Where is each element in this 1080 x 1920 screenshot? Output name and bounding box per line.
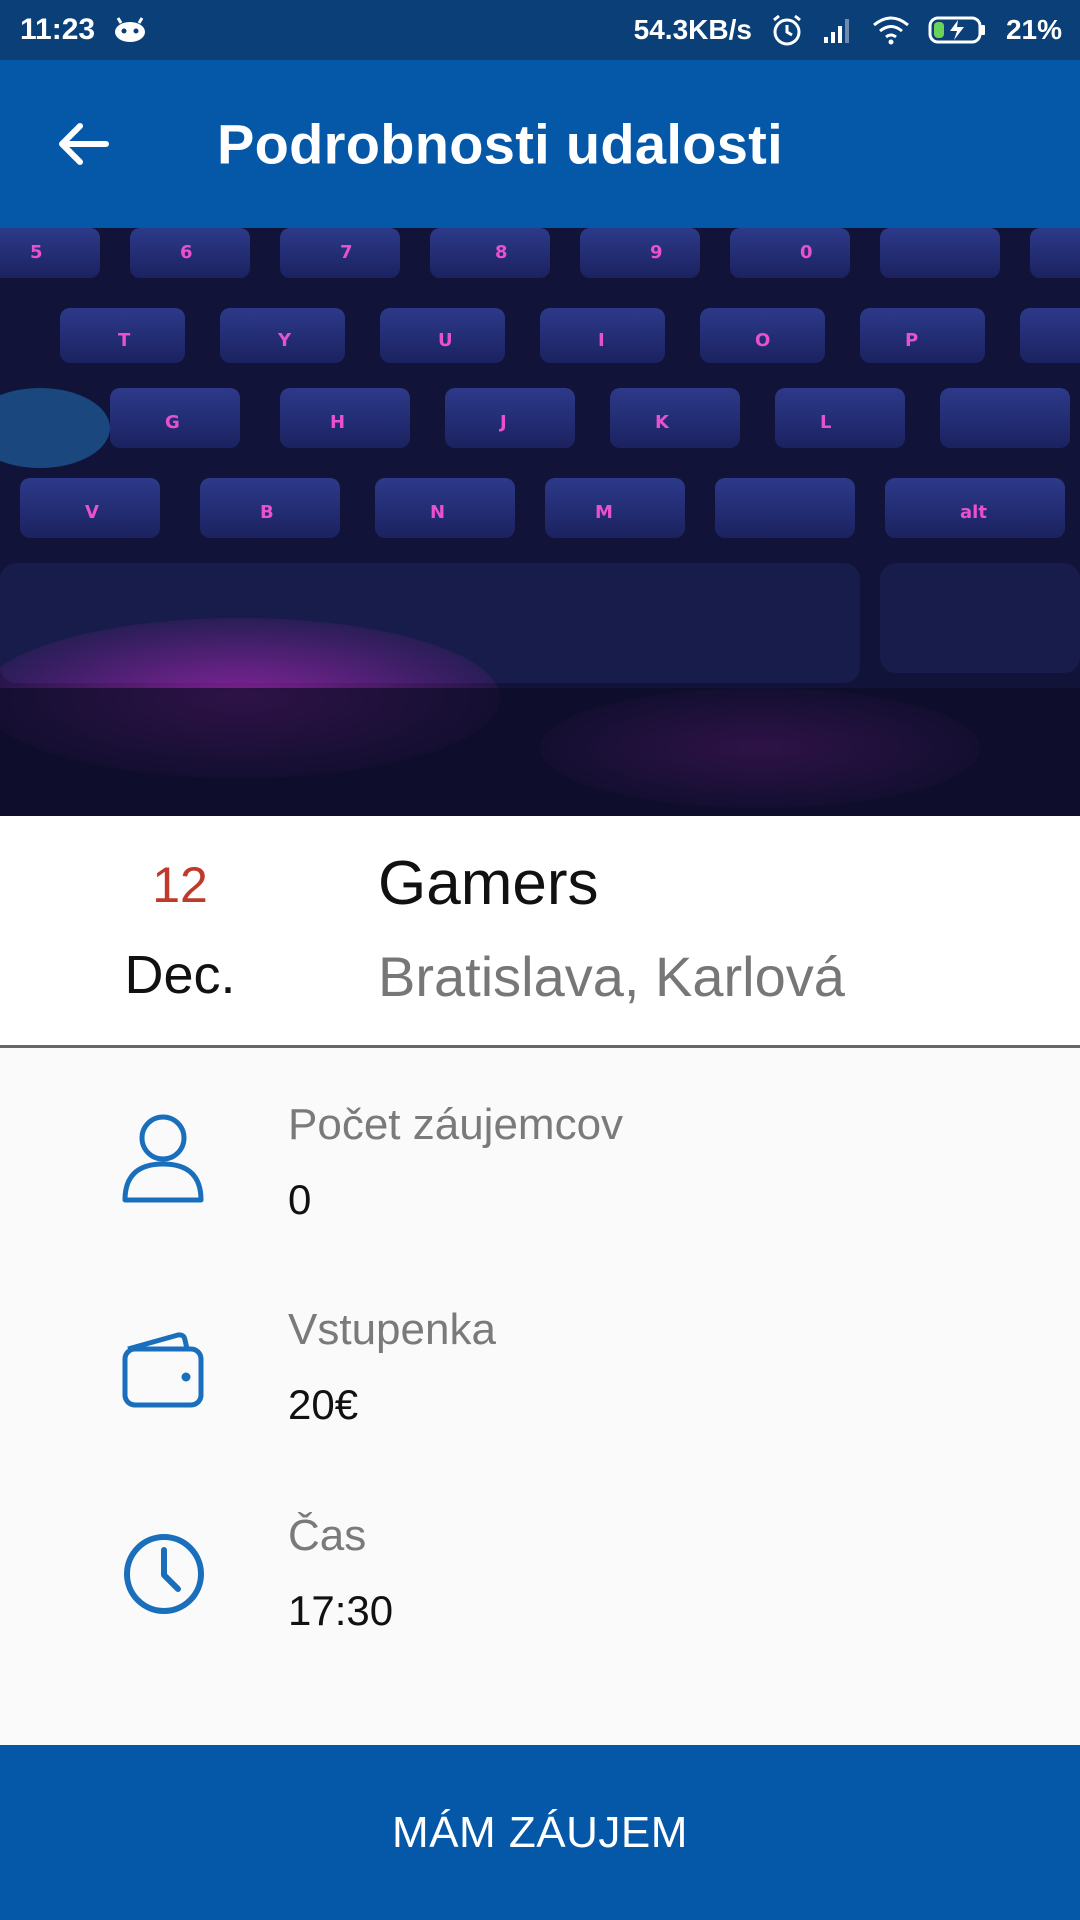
detail-value: 17:30 <box>288 1587 394 1634</box>
svg-text:T: T <box>118 330 131 351</box>
header-divider <box>0 1045 1080 1048</box>
detail-label: Čas <box>288 1511 367 1560</box>
svg-text:O: O <box>755 330 770 351</box>
svg-text:J: J <box>498 412 507 433</box>
app-bar: Podrobnosti udalosti <box>0 60 1080 228</box>
screen: 11:23 54.3KB/s 21% Podrobnosti udalosti … <box>0 0 1080 1920</box>
svg-text:K: K <box>655 412 670 433</box>
detail-label: Vstupenka <box>288 1305 496 1354</box>
status-bar-right: 54.3KB/s 21% <box>634 13 1062 47</box>
event-name: Gamers <box>378 849 599 918</box>
android-icon <box>113 17 147 43</box>
svg-text:H: H <box>330 412 345 433</box>
signal-icon <box>822 15 854 45</box>
svg-text:5: 5 <box>30 242 43 263</box>
wallet-icon <box>120 1327 210 1417</box>
svg-text:alt: alt <box>960 502 987 523</box>
network-speed: 54.3KB/s <box>633 14 752 45</box>
arrow-left-icon <box>59 123 109 165</box>
person-icon <box>120 1112 210 1203</box>
svg-text:B: B <box>260 502 274 523</box>
alarm-icon <box>770 13 804 47</box>
interested-button[interactable]: MÁM ZÁUJEM <box>0 1745 1080 1920</box>
svg-text:U: U <box>438 330 453 351</box>
clock-icon <box>120 1529 210 1619</box>
status-bar-left: 11:23 <box>20 13 147 47</box>
svg-text:G: G <box>165 412 180 433</box>
svg-text:0: 0 <box>800 242 813 263</box>
svg-text:I: I <box>598 330 605 351</box>
battery-charging-icon <box>928 15 988 45</box>
detail-label: Počet záujemcov <box>288 1100 624 1149</box>
svg-text:9: 9 <box>650 242 663 263</box>
event-image: 5 6 7 8 9 0 T Y U I O P G H J K L V B N Malt <box>0 228 1080 816</box>
detail-value: 0 <box>288 1176 312 1223</box>
event-location: Bratislava, Karlová <box>378 945 845 1008</box>
event-month: Dec. <box>124 945 236 1005</box>
svg-text:M: M <box>595 502 613 523</box>
event-header: 12 Dec. Gamers Bratislava, Karlová <box>0 816 1080 1046</box>
event-day: 12 <box>152 857 208 913</box>
svg-text:V: V <box>85 502 99 523</box>
svg-text:8: 8 <box>495 242 508 263</box>
detail-row-ticket: Vstupenka 20€ <box>0 1297 1080 1467</box>
svg-text:7: 7 <box>340 242 353 263</box>
wifi-icon <box>872 15 910 45</box>
status-bar: 11:23 54.3KB/s 21% <box>0 0 1080 60</box>
detail-row-interested: Počet záujemcov 0 <box>0 1090 1080 1260</box>
svg-text:P: P <box>905 330 918 351</box>
svg-text:L: L <box>820 412 831 433</box>
detail-row-time: Čas 17:30 <box>0 1503 1080 1673</box>
svg-text:6: 6 <box>180 242 193 263</box>
status-time: 11:23 <box>20 13 96 46</box>
detail-value: 20€ <box>288 1381 359 1428</box>
page-title: Podrobnosti udalosti <box>217 112 783 176</box>
keyboard-image: 5 6 7 8 9 0 T Y U I O P G H J K L V B N Malt <box>0 228 1080 816</box>
svg-text:Y: Y <box>277 330 292 351</box>
battery-percent: 21% <box>1005 14 1062 45</box>
svg-text:N: N <box>430 502 445 523</box>
back-button[interactable] <box>48 109 118 179</box>
